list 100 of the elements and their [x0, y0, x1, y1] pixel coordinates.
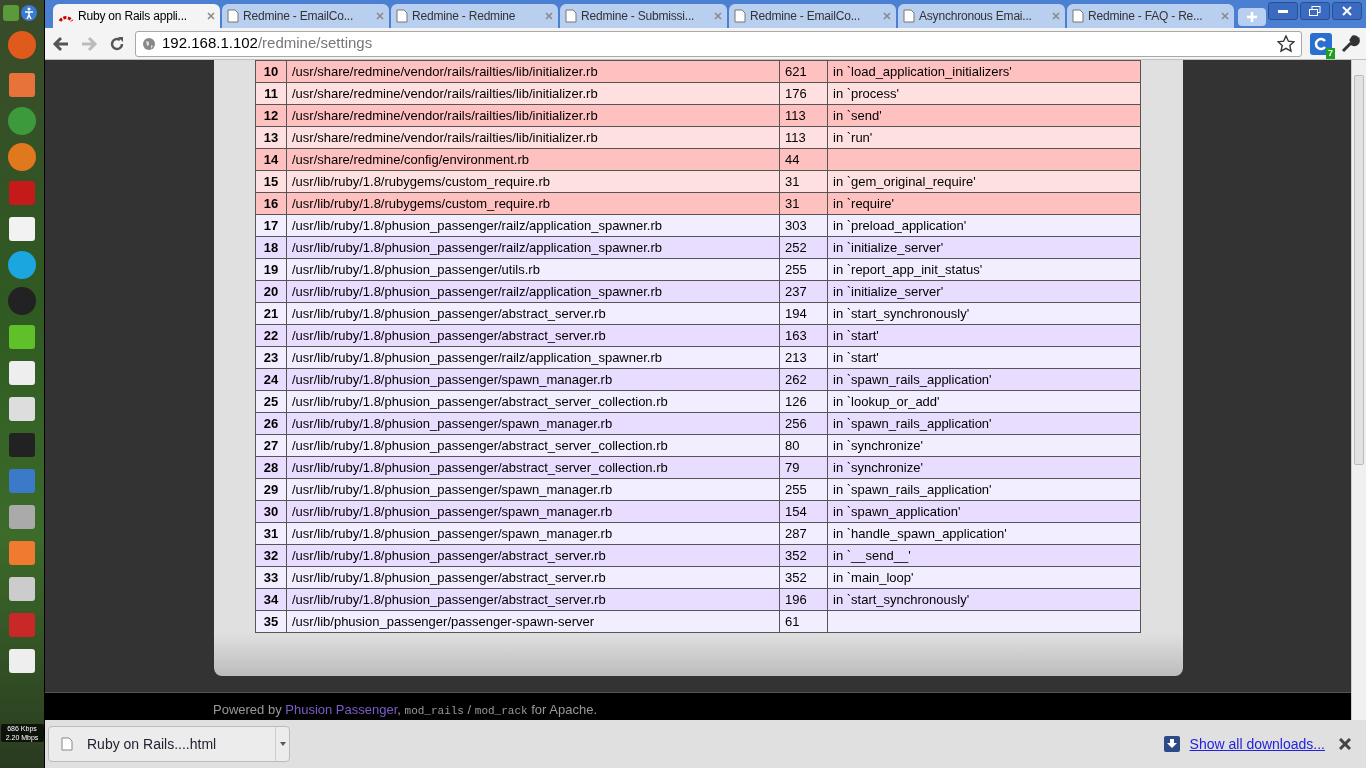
url-host: 192.168.1.102: [162, 34, 258, 52]
tab-close-icon[interactable]: [1221, 12, 1229, 20]
file-path: /usr/lib/ruby/1.8/phusion_passenger/utils.rb: [286, 258, 780, 281]
method-name: in `__send__': [827, 544, 1141, 567]
frame-number: 13: [255, 126, 287, 149]
tab-close-icon[interactable]: [376, 12, 384, 20]
browser-tab[interactable]: Ruby on Rails appli...: [53, 4, 220, 28]
file-path: /usr/lib/ruby/1.8/phusion_passenger/spawn_manager.rb: [286, 500, 780, 523]
line-number: 154: [779, 500, 828, 523]
page-icon: [565, 9, 577, 23]
line-number: 262: [779, 368, 828, 391]
close-button[interactable]: [1332, 2, 1362, 20]
frame-number: 20: [255, 280, 287, 303]
method-name: in `spawn_application': [827, 500, 1141, 523]
method-name: in `process': [827, 82, 1141, 105]
minimize-icon: [1278, 9, 1288, 13]
c-letter-icon: [1314, 36, 1328, 51]
frame-number: 30: [255, 500, 287, 523]
method-name: in `require': [827, 192, 1141, 215]
file-path: /usr/lib/ruby/1.8/phusion_passenger/abstract_server.rb: [286, 588, 780, 611]
browser-tab[interactable]: Redmine - Redmine: [391, 4, 558, 28]
file-path: /usr/lib/ruby/1.8/phusion_passenger/spawn_manager.rb: [286, 478, 780, 501]
file-path: /usr/share/redmine/vendor/rails/railties/lib/initializer.rb: [286, 126, 780, 149]
tab-close-icon[interactable]: [545, 12, 553, 20]
line-number: 194: [779, 302, 828, 325]
line-number: 196: [779, 588, 828, 611]
line-number: 126: [779, 390, 828, 413]
tab-close-icon[interactable]: [207, 12, 215, 20]
method-name: in `preload_application': [827, 214, 1141, 237]
frame-number: 24: [255, 368, 287, 391]
close-icon: [1342, 6, 1352, 16]
tab-close-icon[interactable]: [883, 12, 891, 20]
method-name: in `handle_spawn_application': [827, 522, 1141, 545]
line-number: 287: [779, 522, 828, 545]
download-item[interactable]: Ruby on Rails....html: [48, 726, 290, 762]
file-path: /usr/share/redmine/vendor/rails/railties/lib/initializer.rb: [286, 60, 780, 83]
method-name: in `main_loop': [827, 566, 1141, 589]
browser-tab[interactable]: Redmine - Submissi...: [560, 4, 727, 28]
line-number: 80: [779, 434, 828, 457]
file-path: /usr/lib/ruby/1.8/phusion_passenger/abstract_server_collection.rb: [286, 434, 780, 457]
bookmark-star-icon[interactable]: [1277, 34, 1295, 53]
file-path: /usr/lib/ruby/1.8/phusion_passenger/abstract_server.rb: [286, 324, 780, 347]
browser-tab[interactable]: Asynchronous Emai...: [898, 4, 1065, 28]
method-name: in `synchronize': [827, 434, 1141, 457]
line-number: 113: [779, 104, 828, 127]
file-path: /usr/lib/ruby/1.8/phusion_passenger/abstract_server.rb: [286, 302, 780, 325]
method-name: in `initialize_server': [827, 280, 1141, 303]
method-name: in `spawn_rails_application': [827, 478, 1141, 501]
browser-tab[interactable]: Redmine - FAQ - Re...: [1067, 4, 1234, 28]
method-name: in `initialize_server': [827, 236, 1141, 259]
frame-number: 12: [255, 104, 287, 127]
frame-number: 29: [255, 478, 287, 501]
address-bar[interactable]: 192.168.1.102/redmine/settings: [135, 30, 1302, 57]
frame-number: 27: [255, 434, 287, 457]
line-number: 237: [779, 280, 828, 303]
line-number: 31: [779, 170, 828, 193]
scrollbar[interactable]: [1351, 60, 1366, 720]
method-name: in `send': [827, 104, 1141, 127]
method-name: in `lookup_or_add': [827, 390, 1141, 413]
frame-number: 35: [255, 610, 287, 633]
line-number: 213: [779, 346, 828, 369]
page-icon: [734, 9, 746, 23]
frame-number: 22: [255, 324, 287, 347]
close-icon[interactable]: [1339, 738, 1351, 750]
page-icon: [227, 9, 239, 23]
file-path: /usr/share/redmine/config/environment.rb: [286, 148, 780, 171]
page-icon: [903, 9, 915, 23]
file-path: /usr/lib/ruby/1.8/rubygems/custom_require.rb: [286, 170, 780, 193]
file-path: /usr/lib/ruby/1.8/phusion_passenger/railz/application_spawner.rb: [286, 214, 780, 237]
accessibility-icon[interactable]: [21, 5, 37, 21]
show-all-downloads-link[interactable]: Show all downloads...: [1189, 733, 1325, 755]
method-name: in `synchronize': [827, 456, 1141, 479]
restore-icon: [1309, 6, 1321, 16]
tab-close-icon[interactable]: [714, 12, 722, 20]
frame-number: 14: [255, 148, 287, 171]
browser-tab[interactable]: Redmine - EmailCo...: [729, 4, 896, 28]
file-path: /usr/lib/ruby/1.8/phusion_passenger/abstract_server.rb: [286, 544, 780, 567]
frame-number: 18: [255, 236, 287, 259]
file-path: /usr/lib/phusion_passenger/passenger-spawn-server: [286, 610, 780, 633]
line-number: 256: [779, 412, 828, 435]
frame-number: 19: [255, 258, 287, 281]
tab-close-icon[interactable]: [1052, 12, 1060, 20]
wrench-icon[interactable]: [1340, 33, 1360, 54]
footer-link[interactable]: Phusion Passenger: [285, 702, 398, 717]
method-name: in `report_app_init_status': [827, 258, 1141, 281]
frame-number: 16: [255, 192, 287, 215]
file-path: /usr/lib/ruby/1.8/phusion_passenger/railz/application_spawner.rb: [286, 280, 780, 303]
frame-number: 32: [255, 544, 287, 567]
restore-button[interactable]: [1300, 2, 1330, 20]
line-number: 79: [779, 456, 828, 479]
dropdown-caret-icon[interactable]: [275, 727, 289, 761]
frame-number: 28: [255, 456, 287, 479]
minimize-button[interactable]: [1268, 2, 1298, 20]
file-path: /usr/share/redmine/vendor/rails/railties/lib/initializer.rb: [286, 104, 780, 127]
plus-icon: [1247, 12, 1257, 22]
browser-tab[interactable]: Redmine - EmailCo...: [222, 4, 389, 28]
method-name: in `start_synchronously': [827, 302, 1141, 325]
file-path: /usr/lib/ruby/1.8/phusion_passenger/railz/application_spawner.rb: [286, 236, 780, 259]
download-filename: Ruby on Rails....html: [87, 734, 218, 754]
frame-number: 21: [255, 302, 287, 325]
